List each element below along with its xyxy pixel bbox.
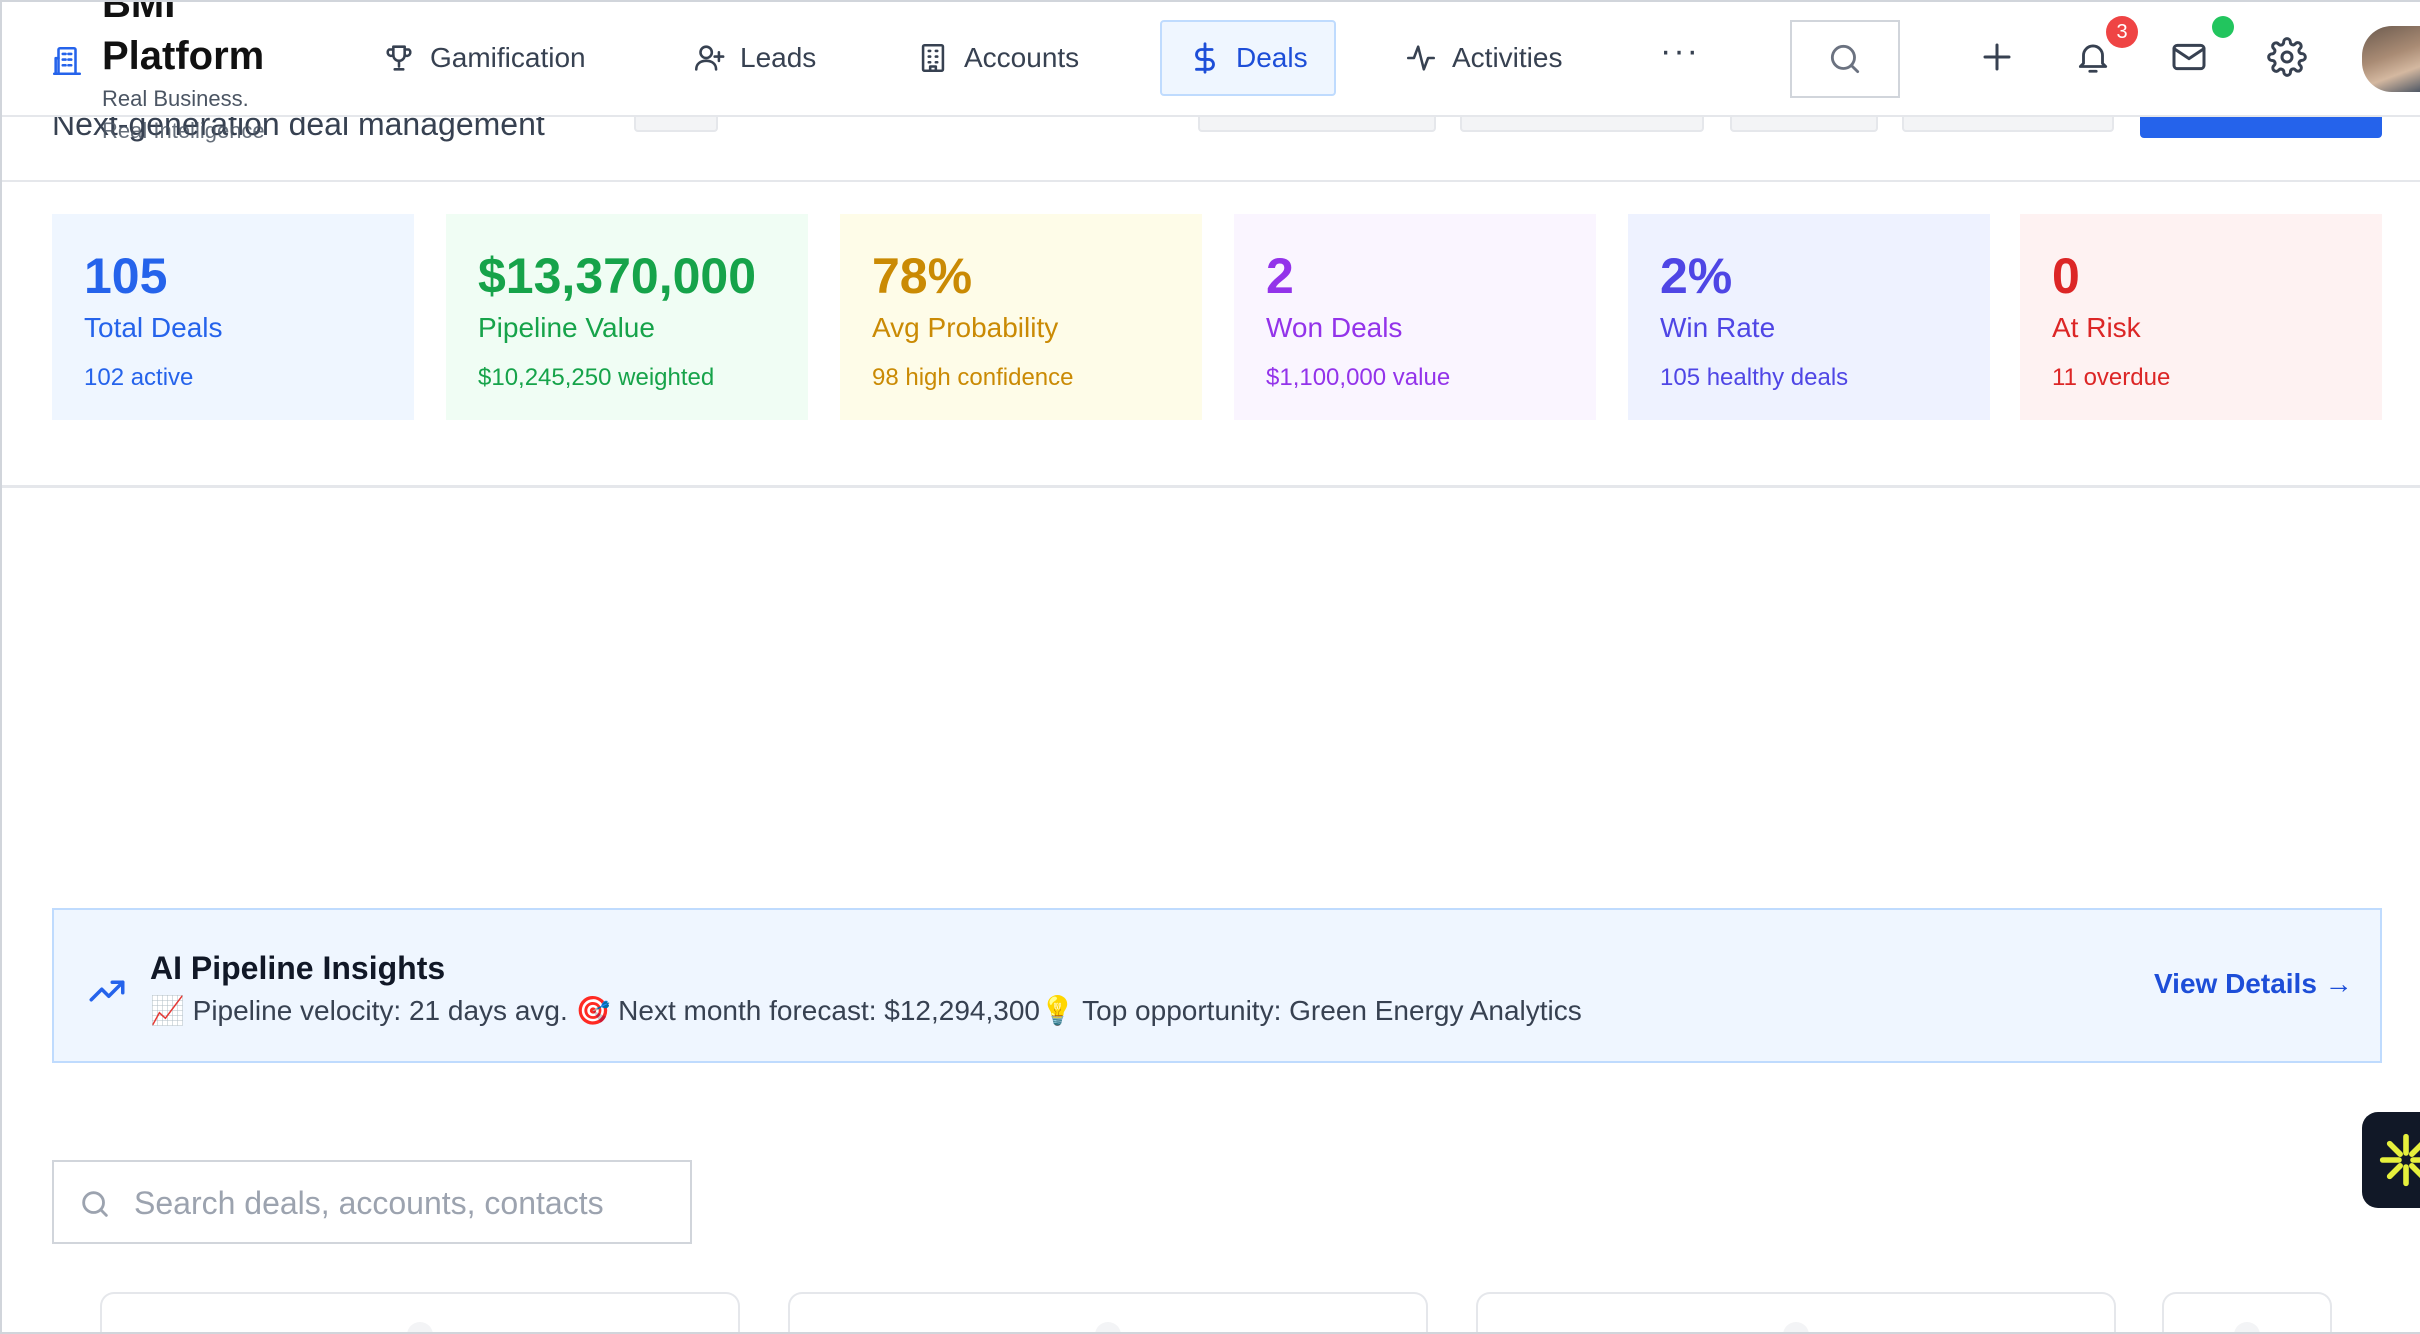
more-menu-icon[interactable]: ··· [1660,32,1700,71]
insights-text: 📈 Pipeline velocity: 21 days avg. 🎯 Next… [150,995,1582,1026]
section-divider [2,485,2420,488]
stat-value: 105 [84,248,168,304]
stat-subtext: 98 high confidence [872,364,1074,391]
stat-card-pipeline-value: $13,370,000 Pipeline Value $10,245,250 w… [446,214,808,420]
top-navbar: BMI Platform Real Business. Gamification… [2,2,2420,117]
stat-label: Won Deals [1266,312,1403,343]
settings-button[interactable] [2262,32,2312,82]
notification-badge: 3 [2106,16,2138,48]
stat-card-win-rate: 2% Win Rate 105 healthy deals [1628,214,1990,420]
trophy-icon [386,45,412,71]
nav-label: Activities [1452,42,1563,73]
online-status-dot [2212,16,2234,38]
bell-icon [2078,44,2108,73]
stat-subtext: $1,100,000 value [1266,364,1451,391]
assistant-widget-button[interactable] [2362,1112,2420,1208]
stat-subtext: 102 active [84,364,194,391]
nav-label: Leads [740,42,817,73]
search-input[interactable] [134,1174,674,1232]
nav-item-deals[interactable]: Deals [1160,20,1336,96]
activity-icon [1406,45,1436,71]
search-icon [1830,44,1860,74]
nav-label: Gamification [430,42,586,73]
stat-label: Pipeline Value [478,312,655,343]
nav-label: Accounts [964,42,1080,73]
stat-value: 2 [1266,248,1294,304]
global-search-button[interactable] [1790,20,1900,98]
stat-card-total-deals: 105 Total Deals 102 active [52,214,414,420]
stat-value: $13,370,000 [478,248,757,304]
ai-insights-banner: AI Pipeline Insights 📈 Pipeline velocity… [52,908,2382,1063]
nav-item-gamification[interactable]: Gamification [356,20,612,96]
building-icon [921,43,945,73]
stat-card-avg-probability: 78% Avg Probability 98 high confidence [840,214,1202,420]
nav-label: Deals [1236,42,1308,73]
messages-button[interactable] [2164,32,2214,82]
deal-card[interactable] [788,1292,1428,1332]
stat-label: Win Rate [1660,312,1776,343]
app-window: BMI Platform Real Business. Gamification… [0,0,2420,1334]
trending-up-icon [89,980,125,1002]
stat-subtext: 105 healthy deals [1660,364,1849,391]
stat-card-at-risk: 0 At Risk 11 overdue [2020,214,2382,420]
stat-label: Total Deals [84,312,223,343]
dollar-icon [1195,42,1215,74]
deal-card[interactable] [2162,1292,2332,1332]
stat-subtext: 11 overdue [2052,364,2171,391]
header-divider [2,180,2420,182]
brand-title-line2[interactable]: Platform [102,32,264,80]
gear-icon [2267,37,2307,77]
stat-label: At Risk [2052,312,2141,343]
stat-label: Avg Probability [872,312,1059,343]
deal-search-box [52,1160,692,1244]
deal-card[interactable] [1476,1292,2116,1332]
search-icon [82,1191,108,1217]
new-deal-button[interactable] [2140,114,2382,138]
view-details-link[interactable]: View Details → [2154,968,2353,1000]
nav-item-activities[interactable]: Activities [1378,20,1588,96]
user-plus-icon [694,45,725,71]
deal-card[interactable] [100,1292,740,1332]
stat-value: 2% [1660,248,1733,304]
add-button[interactable] [1972,32,2022,82]
brand-tagline: Real Business. [102,86,249,111]
insights-title: AI Pipeline Insights [150,950,446,986]
stat-card-won-deals: 2 Won Deals $1,100,000 value [1234,214,1596,420]
nav-item-leads[interactable]: Leads [666,20,842,96]
building-logo-icon [52,46,82,76]
stat-subtext: $10,245,250 weighted [478,364,715,391]
brand-title: BMI [102,0,176,26]
nav-item-accounts[interactable]: Accounts [890,20,1105,96]
sparkle-icon [2379,1133,2420,1187]
stat-value: 78% [872,248,973,304]
mail-icon [2172,43,2206,71]
stat-value: 0 [2052,248,2080,304]
user-avatar[interactable] [2362,26,2420,92]
plus-icon [1983,43,2011,71]
brand-tagline-2: Real Intelligence [102,118,265,143]
